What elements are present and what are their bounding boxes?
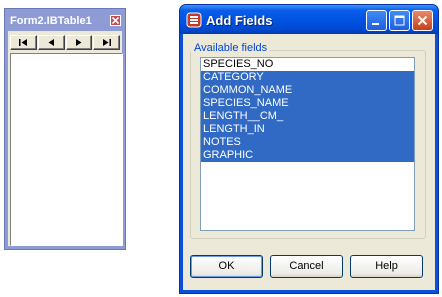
- ibtable-form-close-button[interactable]: [110, 15, 121, 26]
- available-fields-list[interactable]: SPECIES_NO CATEGORY COMMON_NAME SPECIES_…: [200, 57, 415, 231]
- cancel-button[interactable]: Cancel: [270, 255, 343, 278]
- ibtable-form-title: Form2.IBTable1: [10, 15, 92, 27]
- list-item[interactable]: NOTES: [201, 136, 414, 149]
- dialog-titlebar[interactable]: Add Fields: [180, 5, 438, 34]
- last-record-button[interactable]: [93, 35, 120, 50]
- available-fields-label: Available fields: [191, 42, 271, 54]
- first-record-icon: [18, 39, 27, 46]
- ibtable-grid[interactable]: [10, 53, 123, 246]
- ok-button[interactable]: OK: [190, 255, 263, 278]
- list-item[interactable]: COMMON_NAME: [201, 84, 414, 97]
- list-item[interactable]: LENGTH_IN: [201, 123, 414, 136]
- list-item[interactable]: GRAPHIC: [201, 149, 414, 162]
- list-item[interactable]: CATEGORY: [201, 71, 414, 84]
- list-item[interactable]: SPECIES_NO: [201, 58, 414, 71]
- minimize-icon: [372, 23, 379, 25]
- help-button[interactable]: Help: [350, 255, 423, 278]
- close-button[interactable]: [412, 10, 433, 31]
- record-navigator: [10, 35, 121, 50]
- ibtable-form-titlebar[interactable]: Form2.IBTable1: [8, 12, 122, 30]
- next-record-button[interactable]: [65, 35, 93, 50]
- first-record-button[interactable]: [10, 35, 37, 50]
- app-icon: [186, 12, 202, 28]
- add-fields-dialog: Add Fields Available fields SPECIES_NO C…: [179, 4, 439, 294]
- list-item[interactable]: SPECIES_NAME: [201, 97, 414, 110]
- maximize-button[interactable]: [389, 10, 410, 31]
- ibtable-form-client: [8, 31, 123, 246]
- minimize-button[interactable]: [366, 10, 387, 31]
- dialog-title: Add Fields: [206, 13, 273, 28]
- close-icon: [112, 17, 119, 24]
- list-item[interactable]: LENGTH__CM_: [201, 110, 414, 123]
- close-icon: [417, 15, 428, 26]
- prior-record-icon: [48, 39, 54, 46]
- maximize-icon: [394, 15, 405, 26]
- last-record-icon: [103, 39, 112, 46]
- dialog-client: Available fields SPECIES_NO CATEGORY COM…: [183, 34, 435, 290]
- prior-record-button[interactable]: [37, 35, 65, 50]
- ibtable-form-window: Form2.IBTable1: [4, 8, 126, 250]
- next-record-icon: [76, 39, 82, 46]
